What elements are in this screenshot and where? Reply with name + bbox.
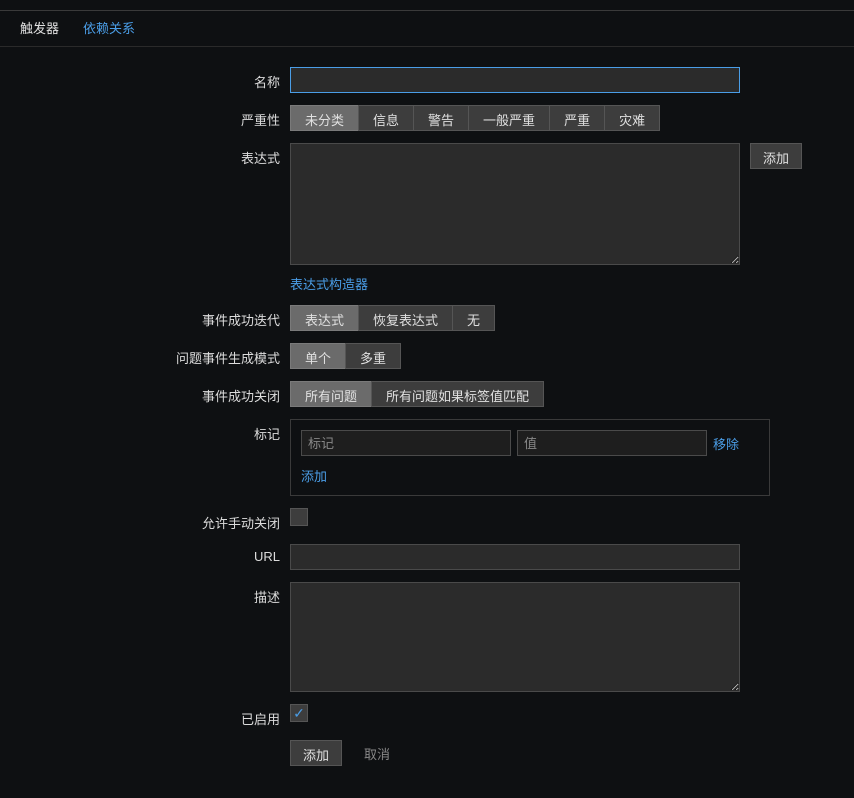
ok-close-all[interactable]: 所有问题 xyxy=(290,381,372,407)
label-name: 名称 xyxy=(0,67,290,91)
label-expression: 表达式 xyxy=(0,143,290,167)
ok-close-group: 所有问题 所有问题如果标签值匹配 xyxy=(290,381,544,407)
tag-remove-link[interactable]: 移除 xyxy=(713,434,739,453)
cancel-button[interactable]: 取消 xyxy=(354,740,400,766)
label-url: URL xyxy=(0,544,290,564)
label-ok-close: 事件成功关闭 xyxy=(0,381,290,405)
expression-constructor-link[interactable]: 表达式构造器 xyxy=(290,277,368,292)
severity-disaster[interactable]: 灾难 xyxy=(604,105,660,131)
tag-row: 移除 xyxy=(301,430,759,456)
problem-mode-multiple[interactable]: 多重 xyxy=(345,343,401,369)
tag-key-input[interactable] xyxy=(301,430,511,456)
severity-not-classified[interactable]: 未分类 xyxy=(290,105,359,131)
tag-value-input[interactable] xyxy=(517,430,707,456)
tab-dependencies[interactable]: 依赖关系 xyxy=(71,11,147,46)
severity-high[interactable]: 严重 xyxy=(549,105,605,131)
tags-container: 移除 添加 xyxy=(290,419,770,496)
ok-event-gen-group: 表达式 恢复表达式 无 xyxy=(290,305,495,331)
problem-mode-group: 单个 多重 xyxy=(290,343,401,369)
submit-add-button[interactable]: 添加 xyxy=(290,740,342,766)
ok-event-recovery[interactable]: 恢复表达式 xyxy=(358,305,453,331)
severity-warning[interactable]: 警告 xyxy=(413,105,469,131)
label-tags: 标记 xyxy=(0,419,290,443)
name-input[interactable] xyxy=(290,67,740,93)
label-description: 描述 xyxy=(0,582,290,606)
label-allow-manual-close: 允许手动关闭 xyxy=(0,508,290,532)
tabs: 触发器 依赖关系 xyxy=(0,11,854,47)
description-textarea[interactable] xyxy=(290,582,740,692)
allow-manual-close-checkbox[interactable] xyxy=(290,508,308,526)
label-severity: 严重性 xyxy=(0,105,290,129)
label-ok-event-gen: 事件成功迭代 xyxy=(0,305,290,329)
url-input[interactable] xyxy=(290,544,740,570)
enabled-checkbox[interactable] xyxy=(290,704,308,722)
expression-add-button[interactable]: 添加 xyxy=(750,143,802,169)
problem-mode-single[interactable]: 单个 xyxy=(290,343,346,369)
ok-event-none[interactable]: 无 xyxy=(452,305,495,331)
severity-group: 未分类 信息 警告 一般严重 严重 灾难 xyxy=(290,105,660,131)
label-problem-mode: 问题事件生成模式 xyxy=(0,343,290,367)
severity-information[interactable]: 信息 xyxy=(358,105,414,131)
ok-close-all-if-tag[interactable]: 所有问题如果标签值匹配 xyxy=(371,381,544,407)
expression-textarea[interactable] xyxy=(290,143,740,265)
label-enabled: 已启用 xyxy=(0,704,290,728)
tag-add-link[interactable]: 添加 xyxy=(301,469,327,484)
severity-average[interactable]: 一般严重 xyxy=(468,105,550,131)
tab-trigger[interactable]: 触发器 xyxy=(8,11,71,46)
ok-event-expression[interactable]: 表达式 xyxy=(290,305,359,331)
